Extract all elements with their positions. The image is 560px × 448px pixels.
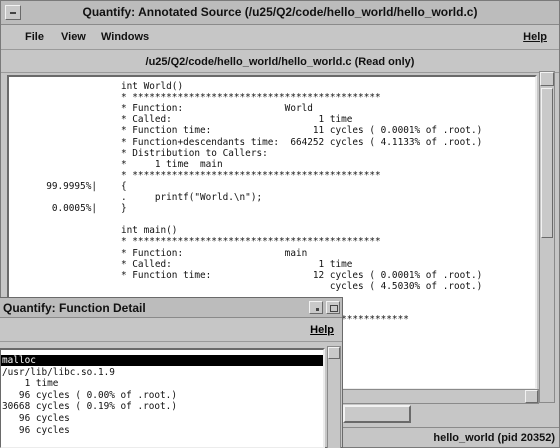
source-line: * **************************************… <box>9 170 535 181</box>
line-percentage: 0.0005%| <box>51 203 97 215</box>
detail-menu-bar: Help <box>0 320 342 342</box>
list-item[interactable]: 30668 cycles ( 0.19% of .root.) <box>1 401 323 412</box>
function-detail-window: Quantify: Function Detail Help malloc/us… <box>0 297 343 448</box>
selected-list-item[interactable]: malloc <box>1 355 323 366</box>
source-line: * Function time: 11 cycles ( 0.0001% of … <box>9 125 535 136</box>
source-line: * Function: main <box>9 248 535 259</box>
source-line: * Called: 1 time <box>9 259 535 270</box>
line-code: * **************************************… <box>121 92 381 104</box>
line-code: * Function: main <box>121 247 308 259</box>
line-code: * 1 time main <box>121 158 223 170</box>
menu-view[interactable]: View <box>61 31 86 43</box>
detail-title-bar[interactable]: Quantify: Function Detail <box>0 298 342 318</box>
file-path-bar: /u25/Q2/code/hello_world/hello_world.c (… <box>1 51 559 73</box>
line-code: * Distribution to Callers: <box>121 147 268 159</box>
line-code: . printf("World.\n"); <box>121 192 263 203</box>
scroll-thumb[interactable] <box>541 88 553 238</box>
source-line: * Function+descendants time: 664252 cycl… <box>9 137 535 148</box>
source-line: * Function: World <box>9 103 535 114</box>
command-input[interactable] <box>343 405 411 423</box>
scroll-up-arrow-icon[interactable] <box>540 72 554 86</box>
source-line: * Function time: 12 cycles ( 0.0001% of … <box>9 270 535 281</box>
detail-vertical-scrollbar[interactable] <box>327 346 341 448</box>
list-item[interactable]: 1 time <box>1 378 323 389</box>
line-code: int main() <box>121 225 178 237</box>
function-detail-list[interactable]: malloc/usr/lib/libc.so.1.9 1 time 96 cyc… <box>0 348 325 448</box>
maximize-button[interactable] <box>326 301 340 314</box>
line-code: * Called: 1 time <box>121 258 353 270</box>
detail-window-title: Quantify: Function Detail <box>3 301 146 315</box>
source-line <box>9 214 535 225</box>
source-line: 99.9995%| { <box>9 181 535 192</box>
menu-file[interactable]: File <box>25 31 44 43</box>
status-bar: hello_world (pid 20352) <box>343 427 559 447</box>
line-code: } <box>121 203 127 215</box>
menu-bar: File View Windows Help <box>1 26 559 50</box>
window-title: Quantify: Annotated Source (/u25/Q2/code… <box>82 5 478 19</box>
line-code: * Called: 1 time <box>121 114 353 126</box>
line-code: { <box>121 180 127 192</box>
minimize-icon <box>316 308 319 311</box>
scroll-right-arrow-icon[interactable] <box>525 390 538 403</box>
source-line: int main() <box>9 225 535 236</box>
source-line: 0.0005%|} <box>9 203 535 214</box>
line-code: * **************************************… <box>121 169 381 181</box>
list-item[interactable]: 96 cycles ( 0.00% of .root.) <box>1 390 323 401</box>
menu-windows[interactable]: Windows <box>101 31 149 43</box>
line-code: cycles ( 4.5030% of .root.) <box>121 280 483 292</box>
source-line: * 1 time main <box>9 159 535 170</box>
line-code: int World() <box>121 81 184 92</box>
source-line: * Called: 1 time <box>9 114 535 125</box>
minimize-button[interactable] <box>309 301 323 314</box>
line-code: * Function time: 12 cycles ( 0.0001% of … <box>121 269 483 281</box>
process-status: hello_world (pid 20352) <box>433 432 555 444</box>
source-line: * **************************************… <box>9 92 535 103</box>
source-line: int World() <box>9 81 535 92</box>
list-item[interactable]: /usr/lib/libc.so.1.9 <box>1 367 323 378</box>
line-code: * Function+descendants time: 664252 cycl… <box>121 136 483 148</box>
source-line: * **************************************… <box>9 236 535 247</box>
title-bar[interactable]: Quantify: Annotated Source (/u25/Q2/code… <box>1 1 559 25</box>
list-item[interactable]: 96 cycles <box>1 425 323 436</box>
maximize-icon <box>330 305 338 312</box>
line-code: * **************************************… <box>121 236 381 248</box>
line-code: * Function: World <box>121 103 313 115</box>
source-vertical-scrollbar[interactable] <box>539 71 555 403</box>
source-line: . printf("World.\n"); <box>9 192 535 203</box>
detail-scroll-up-arrow-icon[interactable] <box>328 347 340 359</box>
list-item[interactable]: 96 cycles <box>1 413 323 424</box>
line-percentage: 99.9995%| <box>46 180 97 192</box>
source-line: cycles ( 4.5030% of .root.) <box>9 281 535 292</box>
menu-help[interactable]: Help <box>523 31 547 43</box>
line-code: * Function time: 11 cycles ( 0.0001% of … <box>121 125 483 137</box>
source-line: * Distribution to Callers: <box>9 148 535 159</box>
detail-menu-help[interactable]: Help <box>310 324 334 336</box>
file-path-label: /u25/Q2/code/hello_world/hello_world.c (… <box>145 56 415 68</box>
